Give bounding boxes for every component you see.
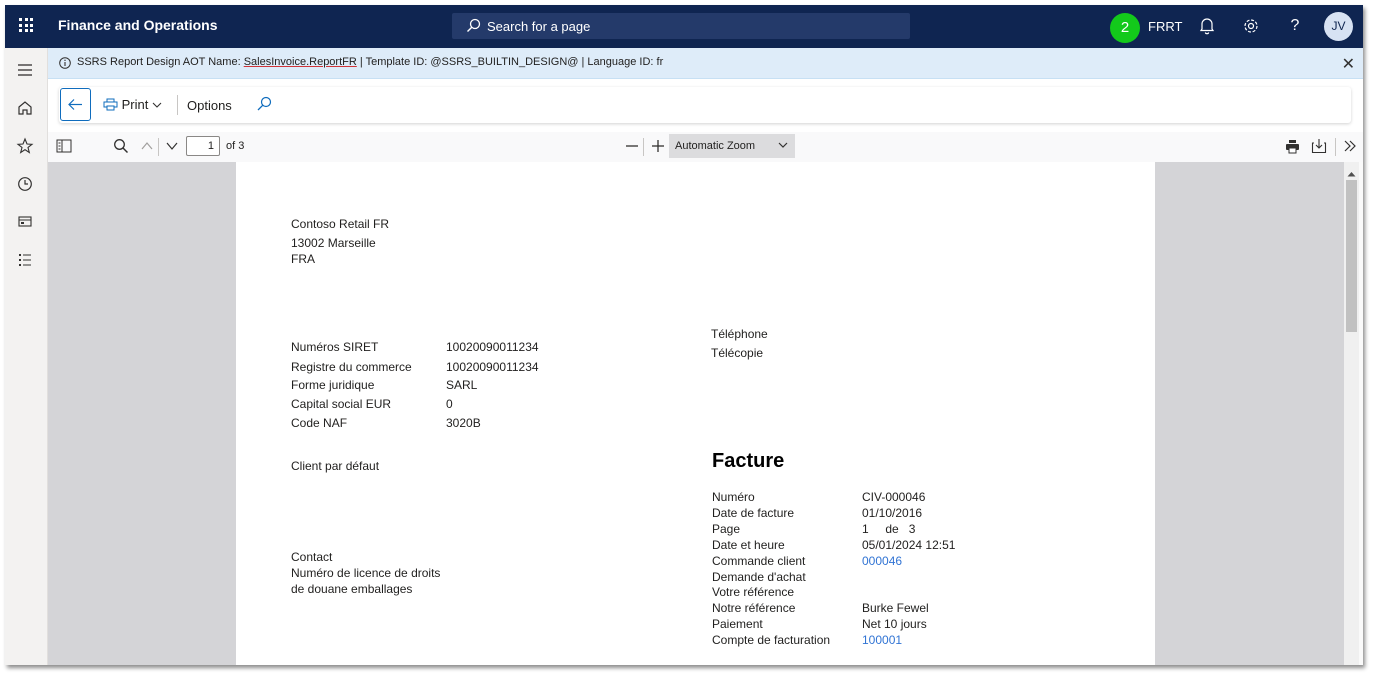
modules-list-icon[interactable]	[16, 251, 36, 271]
detail-label: Page	[712, 522, 741, 536]
toolbar-separator-right	[1335, 138, 1336, 156]
legal-value: 0	[446, 397, 453, 411]
notification-count-badge[interactable]: 2	[1110, 13, 1140, 43]
zoom-separator	[643, 138, 644, 156]
previous-page-icon[interactable]	[140, 140, 154, 155]
page-search-input[interactable]: Search for a page	[452, 13, 910, 39]
detail-value: 1 de 3	[862, 522, 916, 536]
legal-value: 10020090011234	[446, 360, 539, 374]
detail-label: Votre référence	[712, 585, 795, 599]
license-label: Numéro de licence de droits	[291, 566, 441, 580]
info-prefix: SSRS Report Design AOT Name:	[77, 56, 244, 68]
fax-label: Télécopie	[711, 346, 764, 360]
company-picker[interactable]: FRRT	[1148, 19, 1182, 34]
find-icon[interactable]	[113, 138, 129, 157]
more-tools-icon[interactable]	[1343, 139, 1357, 156]
bell-icon[interactable]	[1197, 17, 1217, 37]
printer-icon	[103, 98, 118, 111]
next-page-icon[interactable]	[165, 140, 179, 155]
app-window: Finance and Operations Search for a page…	[5, 5, 1363, 665]
toolbar-separator	[158, 138, 159, 156]
detail-value: Net 10 jours	[862, 617, 927, 631]
invoice-page: Contoso Retail FR 13002 Marseille FRA Nu…	[236, 162, 1155, 665]
recent-clock-icon[interactable]	[16, 175, 36, 195]
action-separator	[177, 95, 178, 115]
contact-label: Contact	[291, 550, 333, 564]
info-message-text: SSRS Report Design AOT Name: SalesInvoic…	[77, 56, 663, 68]
zoom-value: Automatic Zoom	[675, 140, 756, 152]
zoom-select[interactable]: Automatic Zoom	[669, 134, 795, 158]
report-name: SalesInvoice.ReportFR	[243, 56, 357, 68]
printer-icon[interactable]	[1285, 139, 1300, 157]
detail-label: Compte de facturation	[712, 633, 831, 647]
sales-order-link[interactable]: 000046	[862, 554, 902, 568]
vertical-scrollbar[interactable]	[1344, 162, 1359, 665]
chevron-down-icon	[152, 102, 162, 108]
app-title[interactable]: Finance and Operations	[58, 17, 217, 33]
workspaces-icon[interactable]	[16, 213, 36, 233]
scrollbar-thumb[interactable]	[1346, 180, 1357, 332]
right-edge-strip	[1359, 162, 1363, 665]
page-number-input[interactable]: 1	[186, 136, 220, 156]
download-icon[interactable]	[1311, 138, 1327, 157]
license-label-cont: de douane emballages	[291, 582, 413, 596]
favorites-star-icon[interactable]	[16, 137, 36, 157]
legal-label: Registre du commerce	[291, 360, 412, 374]
scroll-up-icon[interactable]	[1347, 166, 1356, 180]
search-icon	[467, 18, 481, 32]
invoice-account-link[interactable]: 100001	[862, 633, 902, 647]
detail-value: 05/01/2024 12:51	[862, 538, 956, 552]
legal-value: 3020B	[446, 416, 481, 430]
sidebar-toggle-icon[interactable]	[56, 139, 72, 156]
detail-label: Demande d'achat	[712, 570, 806, 584]
company-country: FRA	[291, 252, 315, 266]
top-navigation-bar: Finance and Operations Search for a page…	[5, 5, 1363, 48]
back-arrow-icon	[68, 99, 82, 110]
legal-value: 10020090011234	[446, 340, 539, 354]
legal-label: Forme juridique	[291, 378, 375, 392]
detail-value: Burke Fewel	[862, 601, 929, 615]
detail-label: Date et heure	[712, 538, 785, 552]
detail-value: CIV-000046	[862, 490, 926, 504]
zoom-in-icon[interactable]	[651, 139, 665, 156]
action-pane: Print Options	[59, 87, 1351, 123]
legal-value: SARL	[446, 378, 478, 392]
back-button[interactable]	[60, 88, 91, 121]
close-icon[interactable]: ✕	[1342, 54, 1355, 74]
home-icon[interactable]	[16, 99, 36, 119]
navigation-pane	[5, 48, 48, 665]
invoice-title: Facture	[712, 450, 785, 472]
hamburger-menu-icon[interactable]	[16, 62, 36, 82]
company-name: Contoso Retail FR	[291, 217, 390, 231]
detail-label: Commande client	[712, 554, 806, 568]
search-icon[interactable]	[256, 96, 272, 115]
detail-label: Notre référence	[712, 601, 796, 615]
detail-label: Numéro	[712, 490, 755, 504]
info-suffix: | Template ID: @SSRS_BUILTIN_DESIGN@ | L…	[356, 56, 664, 68]
detail-label: Date de facture	[712, 506, 795, 520]
help-icon[interactable]: ?	[1285, 17, 1305, 37]
zoom-out-icon[interactable]	[625, 139, 639, 156]
gear-icon[interactable]	[1241, 17, 1261, 37]
user-avatar[interactable]: JV	[1324, 12, 1353, 41]
options-button[interactable]: Options	[187, 98, 232, 113]
search-placeholder: Search for a page	[487, 19, 591, 34]
pdf-document-viewport[interactable]: Contoso Retail FR 13002 Marseille FRA Nu…	[48, 162, 1344, 665]
app-launcher-icon[interactable]	[19, 18, 33, 32]
legal-label: Numéros SIRET	[291, 340, 379, 354]
print-label: Print	[121, 97, 149, 112]
print-button[interactable]: Print	[103, 97, 162, 112]
page-count-label: of 3	[226, 140, 245, 152]
pdf-viewer-toolbar: 1 of 3 Automatic Zoom	[48, 132, 1363, 163]
company-city: 13002 Marseille	[291, 236, 376, 250]
customer-label: Client par défaut	[291, 459, 380, 473]
detail-value: 01/10/2016	[862, 506, 923, 520]
info-message-bar: SSRS Report Design AOT Name: SalesInvoic…	[48, 48, 1363, 79]
info-icon	[59, 57, 71, 69]
detail-label: Paiement	[712, 617, 763, 631]
legal-label: Capital social EUR	[291, 397, 392, 411]
phone-label: Téléphone	[711, 327, 768, 341]
chevron-down-icon	[778, 134, 788, 158]
legal-label: Code NAF	[291, 416, 348, 430]
